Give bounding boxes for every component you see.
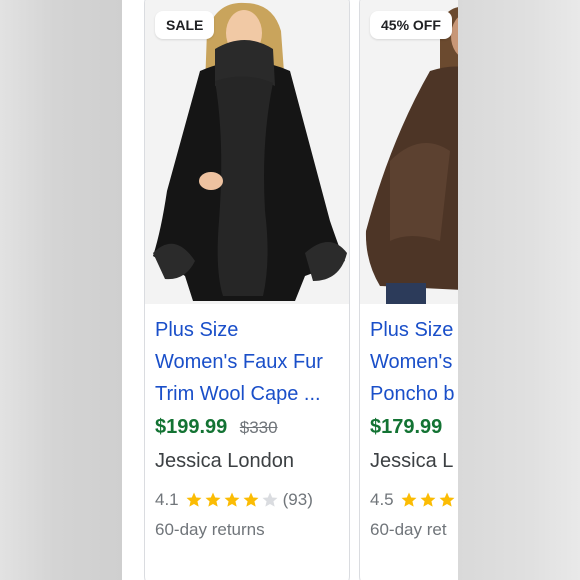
title-line: Plus Size [155, 319, 239, 341]
star-rating [185, 491, 280, 509]
current-price: $179.99 [370, 416, 443, 438]
product-title-link[interactable]: Plus Size Women's Poncho b [370, 314, 458, 410]
star-icon [401, 492, 417, 507]
star-icon [262, 492, 278, 507]
star-icon [439, 492, 455, 507]
product-title-link[interactable]: Plus Size Women's Faux Fur Trim Wool Cap… [155, 314, 345, 410]
original-price: $330 [239, 418, 278, 437]
product-card[interactable]: SALE Plus Size Women's Faux Fur Trim Woo… [144, 0, 350, 580]
star-icon [224, 492, 240, 507]
star-icon [243, 492, 259, 507]
review-count: (93) [282, 490, 313, 509]
star-icon [205, 492, 221, 507]
rating-value: 4.1 [155, 490, 179, 509]
product-image[interactable]: SALE [145, 0, 349, 304]
rating-row: 4.1 (93) [155, 486, 345, 514]
title-line: Plus Size [370, 319, 454, 341]
product-image[interactable]: 45% OFF [360, 0, 458, 304]
rating-value: 4.5 [370, 490, 394, 509]
title-line: Women's [370, 351, 453, 373]
rating-row: 4.5 [370, 486, 458, 514]
blurred-background-left [0, 0, 122, 580]
returns-policy: 60-day ret [370, 520, 447, 539]
black-fur-cape-image [145, 0, 349, 304]
current-price: $199.99 [155, 416, 228, 438]
shopping-carousel[interactable]: SALE Plus Size Women's Faux Fur Trim Woo… [122, 0, 458, 580]
brown-leather-poncho-image [360, 0, 458, 304]
star-rating [400, 491, 457, 509]
title-line: Trim Wool Cape ... [155, 383, 321, 405]
discount-badge: 45% OFF [370, 11, 452, 39]
title-line: Poncho b [370, 383, 455, 405]
blurred-background-right [458, 0, 580, 580]
title-line: Women's Faux Fur [155, 351, 323, 373]
store-name: Jessica L [370, 450, 454, 472]
star-icon [420, 492, 436, 507]
returns-policy: 60-day returns [155, 520, 265, 539]
star-icon [186, 492, 202, 507]
store-name: Jessica London [155, 450, 294, 472]
sale-badge: SALE [155, 11, 215, 39]
product-card[interactable]: 45% OFF Plus Size Women's Poncho b $179.… [359, 0, 458, 580]
